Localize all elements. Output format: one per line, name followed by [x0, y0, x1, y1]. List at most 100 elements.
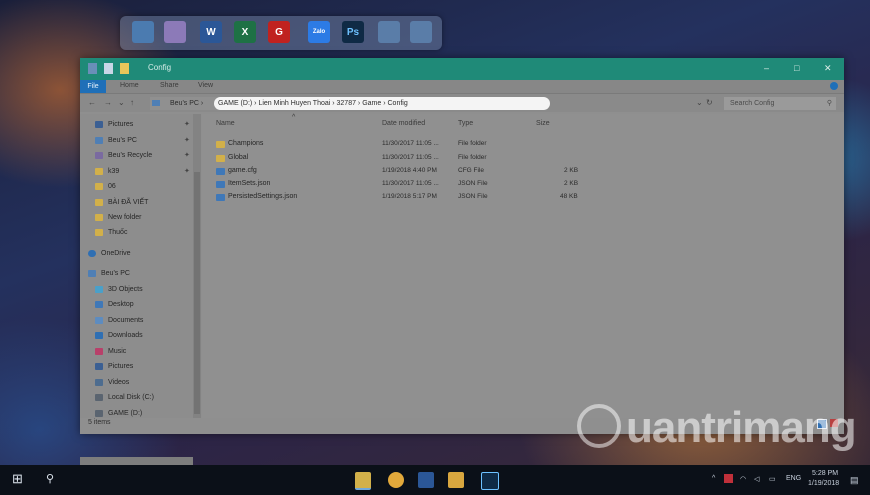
- nav-item-new-folder[interactable]: New folder: [95, 211, 141, 225]
- pin-icon[interactable]: ✦: [184, 151, 190, 159]
- zalo-icon[interactable]: Zalo: [308, 21, 330, 43]
- nav-item-beus-pc[interactable]: Beu's PC: [95, 134, 137, 148]
- nav-scrollbar[interactable]: [193, 114, 201, 418]
- address-dropdown-icon[interactable]: ⌄: [696, 98, 703, 107]
- taskbar: ⊞ ⚲ ^ ◠ ◁ ▭ ENG 5:28 PM 1/19/2018 ▤: [0, 465, 870, 495]
- pc-icon: [152, 100, 160, 106]
- table-row[interactable]: PersistedSettings.json 1/19/2018 5:17 PM…: [202, 191, 844, 204]
- column-header-date[interactable]: Date modified: [382, 120, 425, 127]
- word-icon[interactable]: [418, 472, 434, 488]
- nav-item-k39[interactable]: k39: [95, 165, 119, 179]
- music-icon: [95, 347, 103, 355]
- photoshop-icon[interactable]: [481, 472, 499, 490]
- file-date: 11/30/2017 11:05 ...: [382, 140, 439, 147]
- folder-icon: [95, 167, 103, 175]
- sticky-icon[interactable]: [448, 472, 464, 488]
- table-row[interactable]: Global 11/30/2017 11:05 ... File folder: [202, 152, 844, 165]
- nav-item-onedrive[interactable]: OneDrive: [88, 247, 131, 261]
- address-row: ← → ⌄ ↑ Beu's PC › GAME (D:) › Lien Minh…: [80, 94, 844, 112]
- network-icon[interactable]: ◠: [740, 475, 746, 483]
- clock-time[interactable]: 5:28 PM: [812, 470, 838, 477]
- file-type: JSON File: [458, 180, 488, 187]
- folder-icon: [95, 198, 103, 206]
- file-icon: [216, 181, 225, 188]
- tray-chevron-icon[interactable]: ^: [712, 475, 715, 482]
- chrome-icon[interactable]: [388, 472, 404, 488]
- pin-icon[interactable]: ✦: [184, 136, 190, 144]
- book2-icon[interactable]: [410, 21, 432, 43]
- file-type: CFG File: [458, 167, 484, 174]
- tray-app-icon[interactable]: [724, 474, 733, 483]
- up-arrow-icon[interactable]: ↑: [130, 98, 134, 107]
- address-bar[interactable]: Beu's PC › GAME (D:) › Lien Minh Huyen T…: [150, 97, 550, 110]
- back-arrow-icon[interactable]: ←: [88, 98, 96, 107]
- search-icon[interactable]: ⚲: [46, 472, 62, 488]
- breadcrumb[interactable]: GAME (D:) › Lien Minh Huyen Thoai › 3278…: [214, 97, 550, 110]
- nav-item-music[interactable]: Music: [95, 345, 126, 359]
- properties-icon[interactable]: [104, 63, 113, 74]
- title-bar[interactable]: Config – □ ✕: [80, 58, 844, 80]
- column-header-size[interactable]: Size: [536, 120, 550, 127]
- pin-icon[interactable]: ✦: [184, 120, 190, 128]
- nav-item-pictures-pc[interactable]: Pictures: [95, 360, 133, 374]
- nav-item-3d-objects[interactable]: 3D Objects: [95, 283, 143, 297]
- volume-icon[interactable]: ◁: [754, 475, 759, 483]
- pictures-icon: [95, 120, 103, 128]
- nav-item-06[interactable]: 06: [95, 180, 116, 194]
- minimize-button[interactable]: –: [764, 63, 769, 73]
- start-windows-icon[interactable]: ⊞: [12, 471, 28, 487]
- folder-icon: [95, 228, 103, 236]
- refresh-icon[interactable]: ↻: [706, 98, 713, 107]
- notifications-icon[interactable]: ▤: [850, 475, 859, 486]
- nav-item-bai-da-viet[interactable]: BÀI ĐÃ VIẾT: [95, 196, 148, 210]
- recent-chevron-icon[interactable]: ⌄: [118, 98, 125, 107]
- table-row[interactable]: Champions 11/30/2017 11:05 ... File fold…: [202, 138, 844, 151]
- folder-icon: [95, 213, 103, 221]
- nav-item-thuoc[interactable]: Thuốc: [95, 226, 127, 240]
- tab-share[interactable]: Share: [160, 82, 179, 89]
- photoshop-icon[interactable]: Ps: [342, 21, 364, 43]
- nav-item-local-disk-c[interactable]: Local Disk (C:): [95, 391, 154, 405]
- cube-icon: [95, 285, 103, 293]
- sort-up-icon: ^: [292, 114, 296, 121]
- table-row[interactable]: game.cfg 1/19/2018 4:40 PM CFG File 2 KB: [202, 165, 844, 178]
- table-row[interactable]: ItemSets.json 11/30/2017 11:05 ... JSON …: [202, 178, 844, 191]
- help-icon[interactable]: [830, 82, 838, 90]
- nav-item-this-pc[interactable]: Beu's PC: [88, 267, 130, 281]
- nav-item-documents[interactable]: Documents: [95, 314, 143, 328]
- nav-item-videos[interactable]: Videos: [95, 376, 129, 390]
- monitor-icon[interactable]: [132, 21, 154, 43]
- scrollbar-thumb[interactable]: [194, 172, 200, 414]
- quick-access-icon[interactable]: [88, 63, 97, 74]
- recycle-bin-icon[interactable]: [164, 21, 186, 43]
- battery-icon[interactable]: ▭: [769, 475, 776, 483]
- file-explorer-taskbar-icon[interactable]: [355, 472, 371, 490]
- language-indicator[interactable]: ENG: [786, 475, 801, 482]
- garena-icon[interactable]: G: [268, 21, 290, 43]
- breadcrumb-path: GAME (D:) › Lien Minh Huyen Thoai › 3278…: [218, 100, 408, 107]
- file-name: PersistedSettings.json: [228, 193, 298, 200]
- forward-arrow-icon[interactable]: →: [104, 98, 112, 107]
- maximize-button[interactable]: □: [794, 63, 799, 73]
- file-date: 11/30/2017 11:05 ...: [382, 154, 439, 161]
- tab-view[interactable]: View: [198, 82, 213, 89]
- breadcrumb-prefix[interactable]: Beu's PC ›: [170, 97, 203, 110]
- close-button[interactable]: ✕: [824, 63, 832, 74]
- clock-date[interactable]: 1/19/2018: [808, 480, 839, 487]
- computer-icon: [88, 269, 96, 277]
- nav-item-desktop[interactable]: Desktop: [95, 298, 134, 312]
- nav-item-recycle[interactable]: Beu's Recycle: [95, 149, 152, 163]
- nav-item-pictures[interactable]: Pictures: [95, 118, 133, 132]
- pin-icon[interactable]: ✦: [184, 167, 190, 175]
- nav-item-downloads[interactable]: Downloads: [95, 329, 143, 343]
- column-header-type[interactable]: Type: [458, 120, 473, 127]
- search-input[interactable]: Search Config ⚲: [724, 97, 836, 110]
- tab-file[interactable]: File: [80, 80, 106, 93]
- folder-icon[interactable]: [120, 63, 129, 74]
- tab-home[interactable]: Home: [120, 82, 139, 89]
- excel-icon[interactable]: X: [234, 21, 256, 43]
- column-header-name[interactable]: Name: [216, 120, 235, 127]
- word-icon[interactable]: W: [200, 21, 222, 43]
- book-icon[interactable]: [378, 21, 400, 43]
- desktop-icon: [95, 300, 103, 308]
